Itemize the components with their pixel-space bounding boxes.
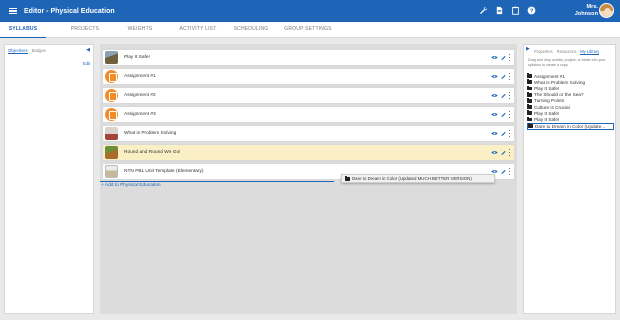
- library-item-label: Play It Safe!: [534, 85, 560, 91]
- library-item-label: Play It Safe!: [534, 116, 560, 122]
- drag-ghost[interactable]: Dare to Dream in Color (Updated MUCH BET…: [341, 174, 495, 183]
- tab-projects[interactable]: PROJECTS: [62, 22, 108, 38]
- pencil-icon[interactable]: [501, 150, 506, 156]
- help-icon[interactable]: ?: [527, 6, 536, 15]
- drag-ghost-label: Dare to Dream in Color (Updated MUCH BET…: [352, 176, 472, 181]
- library-item-label: Dare to Dream in Color (Update...: [535, 123, 606, 129]
- library-item-label: Play It Safe!: [534, 110, 560, 116]
- more-menu-icon[interactable]: [509, 73, 511, 80]
- user-surname: Johnson: [574, 10, 598, 17]
- folder-icon: [527, 104, 532, 109]
- pencil-icon[interactable]: [501, 93, 506, 99]
- project-thumbnail: [105, 127, 118, 140]
- folder-icon: [528, 123, 533, 128]
- item-label: What is Problem Solving: [124, 131, 177, 136]
- library-item-label: The Should or the Sea?: [534, 92, 584, 98]
- tab-my-library[interactable]: My Library: [580, 49, 600, 55]
- wrench-icon[interactable]: [479, 6, 488, 15]
- folder-icon: [527, 79, 532, 85]
- tab-objectives[interactable]: Objectives: [8, 48, 28, 54]
- avatar[interactable]: [599, 3, 614, 18]
- syllabus-item-highlighted[interactable]: Round and Round We Go!: [102, 144, 515, 161]
- document-icon[interactable]: [495, 6, 504, 15]
- pencil-icon[interactable]: [501, 112, 506, 118]
- pencil-icon[interactable]: [501, 55, 506, 61]
- pencil-icon[interactable]: [501, 169, 506, 175]
- tab-activity-list[interactable]: ACTIVITY LIST: [172, 22, 224, 38]
- syllabus-item[interactable]: What is Problem Solving: [102, 125, 515, 142]
- tab-scheduling[interactable]: SCHEDULING: [230, 22, 272, 38]
- syllabus-item[interactable]: Assignment #3: [102, 106, 515, 123]
- objectives-panel: Objectives Badges ◀ Edit: [4, 44, 94, 314]
- more-menu-icon[interactable]: [509, 149, 511, 156]
- more-menu-icon[interactable]: [509, 54, 511, 61]
- tab-weights[interactable]: WEIGHTS: [118, 22, 162, 38]
- project-thumbnail: [105, 51, 118, 64]
- item-label: Play It Safe!: [124, 55, 150, 60]
- more-menu-icon[interactable]: [509, 130, 511, 137]
- expand-right-icon[interactable]: ▶: [526, 46, 530, 52]
- item-label: Round and Round We Go!: [124, 150, 181, 155]
- eye-icon[interactable]: [491, 55, 498, 60]
- library-item-label: What is Problem Solving: [534, 79, 586, 85]
- eye-icon[interactable]: [491, 74, 498, 79]
- item-label: NTN PBL Unit Template (Elementary): [124, 169, 204, 174]
- project-thumbnail: [105, 146, 118, 159]
- folder-icon: [527, 73, 532, 78]
- library-help-text: Drag and drop activity, project, or fold…: [528, 58, 606, 67]
- syllabus-item[interactable]: Play It Safe!: [102, 49, 515, 66]
- item-label: Assignment #1: [124, 74, 156, 79]
- library-item-selected[interactable]: Dare to Dream in Color (Update...: [527, 122, 614, 130]
- drop-indicator: [100, 181, 334, 182]
- tab-badges[interactable]: Badges: [32, 48, 46, 54]
- folder-icon: [527, 97, 532, 103]
- syllabus-item[interactable]: Assignment #1: [102, 68, 515, 85]
- folder-icon: [527, 116, 532, 122]
- folder-icon: [345, 176, 350, 181]
- tab-resources[interactable]: Resources: [557, 49, 577, 55]
- assignment-icon: [105, 108, 118, 121]
- more-menu-icon[interactable]: [509, 168, 511, 175]
- eye-icon[interactable]: [491, 112, 498, 117]
- eye-icon[interactable]: [491, 93, 498, 98]
- clipboard-icon[interactable]: [511, 6, 520, 15]
- syllabus-item[interactable]: Assignment #2: [102, 87, 515, 104]
- pencil-icon[interactable]: [501, 74, 506, 80]
- app-header: Editor - Physical Education ? Mrs. Johns…: [0, 0, 620, 22]
- eye-icon[interactable]: [491, 131, 498, 136]
- item-label: Assignment #3: [124, 112, 156, 117]
- folder-icon: [527, 110, 532, 116]
- more-menu-icon[interactable]: [509, 92, 511, 99]
- user-name[interactable]: Mrs. Johnson: [575, 4, 598, 17]
- menu-icon[interactable]: [9, 7, 17, 15]
- library-item-label: Turning Points: [534, 98, 565, 104]
- main-tabs: SYLLABUS PROJECTS WEIGHTS ACTIVITY LIST …: [0, 22, 620, 38]
- library-panel: ▶ Properties Resources My Library Drag a…: [523, 44, 616, 314]
- tab-syllabus[interactable]: SYLLABUS: [0, 22, 46, 38]
- library-item-label: Assignment #1: [534, 73, 566, 79]
- pencil-icon[interactable]: [501, 131, 506, 137]
- more-menu-icon[interactable]: [509, 111, 511, 118]
- add-to-syllabus-link[interactable]: + Add to Physical Education: [101, 183, 161, 188]
- eye-icon[interactable]: [491, 150, 498, 155]
- item-label: Assignment #2: [124, 93, 156, 98]
- svg-text:?: ?: [530, 8, 534, 14]
- assignment-icon: [105, 89, 118, 102]
- folder-icon: [527, 91, 532, 97]
- edit-objectives-link[interactable]: Edit: [83, 61, 90, 66]
- project-thumbnail: [105, 165, 118, 178]
- library-item-label: Culture is Crucial: [534, 104, 570, 110]
- library-list: Assignment #1 What is Problem Solving Pl…: [527, 73, 614, 130]
- tab-properties[interactable]: Properties: [534, 49, 553, 55]
- assignment-icon: [105, 70, 118, 83]
- collapse-left-icon[interactable]: ◀: [86, 47, 90, 53]
- app-title: Editor - Physical Education: [24, 7, 115, 15]
- tab-group-settings[interactable]: GROUP SETTINGS: [280, 22, 336, 38]
- folder-icon: [527, 85, 532, 91]
